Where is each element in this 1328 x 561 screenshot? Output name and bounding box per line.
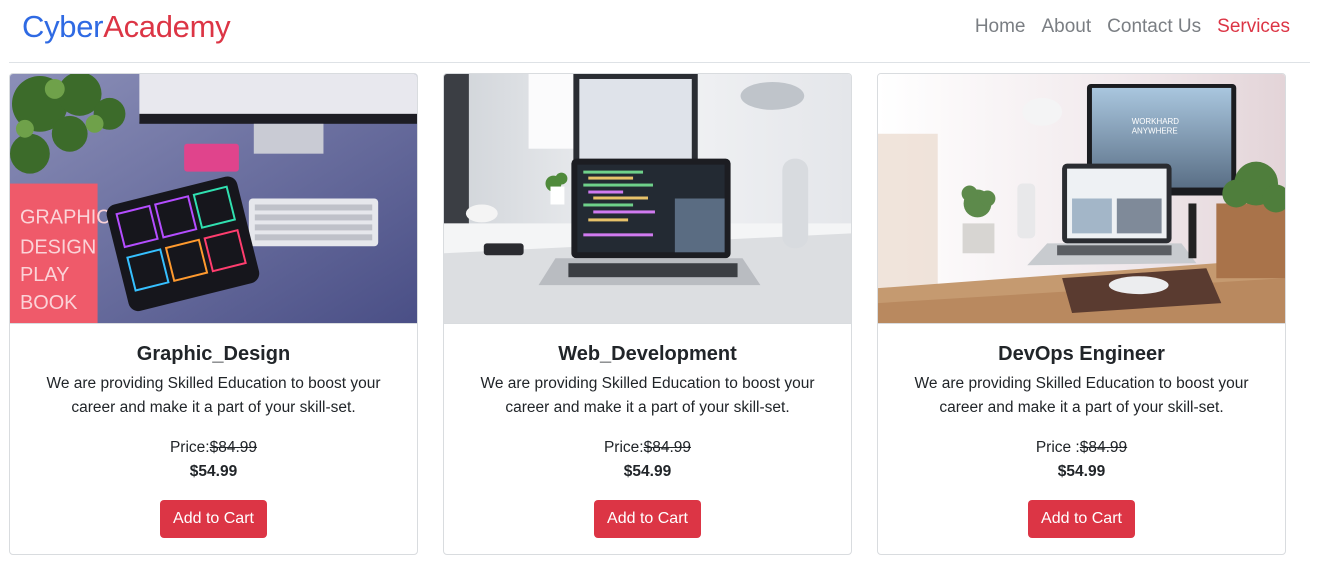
card-description: We are providing Skilled Education to bo… [914, 375, 1249, 416]
price-row: Price:$84.99 [10, 436, 417, 460]
devops-engineer-image: WORKHARD ANYWHERE [878, 74, 1285, 324]
svg-text:DESIGN: DESIGN [20, 236, 96, 258]
nav-links: Home About Contact Us Services [975, 14, 1290, 40]
new-price: $54.99 [1057, 463, 1106, 480]
old-price: $84.99 [209, 439, 258, 456]
nav-divider [9, 62, 1310, 63]
price-label: Price: [603, 439, 644, 456]
card-body: Web_Development We are providing Skilled… [444, 324, 851, 538]
add-to-cart-button[interactable]: Add to Cart [160, 500, 267, 538]
card-body: DevOps Engineer We are providing Skilled… [878, 324, 1285, 538]
card-body: Graphic_Design We are providing Skilled … [10, 324, 417, 538]
brand-part-cyber: Cyber [22, 9, 104, 44]
nav-home[interactable]: Home [975, 14, 1026, 40]
svg-text:PLAY: PLAY [20, 264, 69, 286]
card-title: Web_Development [558, 343, 737, 365]
svg-text:ANYWHERE: ANYWHERE [1132, 127, 1178, 136]
svg-text:GRAPHIC: GRAPHIC [20, 206, 111, 228]
old-price: $84.99 [1079, 439, 1128, 456]
price-label: Price : [1035, 439, 1080, 456]
course-card-devops-engineer: WORKHARD ANYWHERE DevOps Engineer We are… [877, 73, 1286, 555]
brand-part-academy: Academy [103, 9, 231, 44]
graphic-design-image: GRAPHIC DESIGN PLAY BOOK [10, 74, 417, 324]
price-label: Price: [169, 439, 210, 456]
web-development-image [444, 74, 851, 324]
add-to-cart-button[interactable]: Add to Cart [1028, 500, 1135, 538]
nav-contact-us[interactable]: Contact Us [1107, 14, 1201, 40]
price-row: Price:$84.99 [444, 436, 851, 460]
nav-services[interactable]: Services [1217, 14, 1290, 40]
svg-text:WORKHARD: WORKHARD [1132, 117, 1180, 126]
new-price: $54.99 [623, 463, 672, 480]
navbar: CyberAcademy Home About Contact Us Servi… [0, 0, 1310, 56]
course-card-graphic-design: GRAPHIC DESIGN PLAY BOOK Graphic_Design … [9, 73, 418, 555]
old-price: $84.99 [643, 439, 692, 456]
svg-text:BOOK: BOOK [20, 292, 78, 314]
card-title: DevOps Engineer [998, 343, 1165, 365]
card-description: We are providing Skilled Education to bo… [480, 375, 815, 416]
add-to-cart-button[interactable]: Add to Cart [594, 500, 701, 538]
brand-logo[interactable]: CyberAcademy [22, 8, 231, 46]
card-description: We are providing Skilled Education to bo… [46, 375, 381, 416]
nav-about[interactable]: About [1042, 14, 1092, 40]
course-card-web-development: Web_Development We are providing Skilled… [443, 73, 852, 555]
new-price: $54.99 [189, 463, 238, 480]
course-cards: GRAPHIC DESIGN PLAY BOOK Graphic_Design … [9, 73, 1286, 555]
card-title: Graphic_Design [136, 343, 291, 365]
price-row: Price :$84.99 [878, 436, 1285, 460]
